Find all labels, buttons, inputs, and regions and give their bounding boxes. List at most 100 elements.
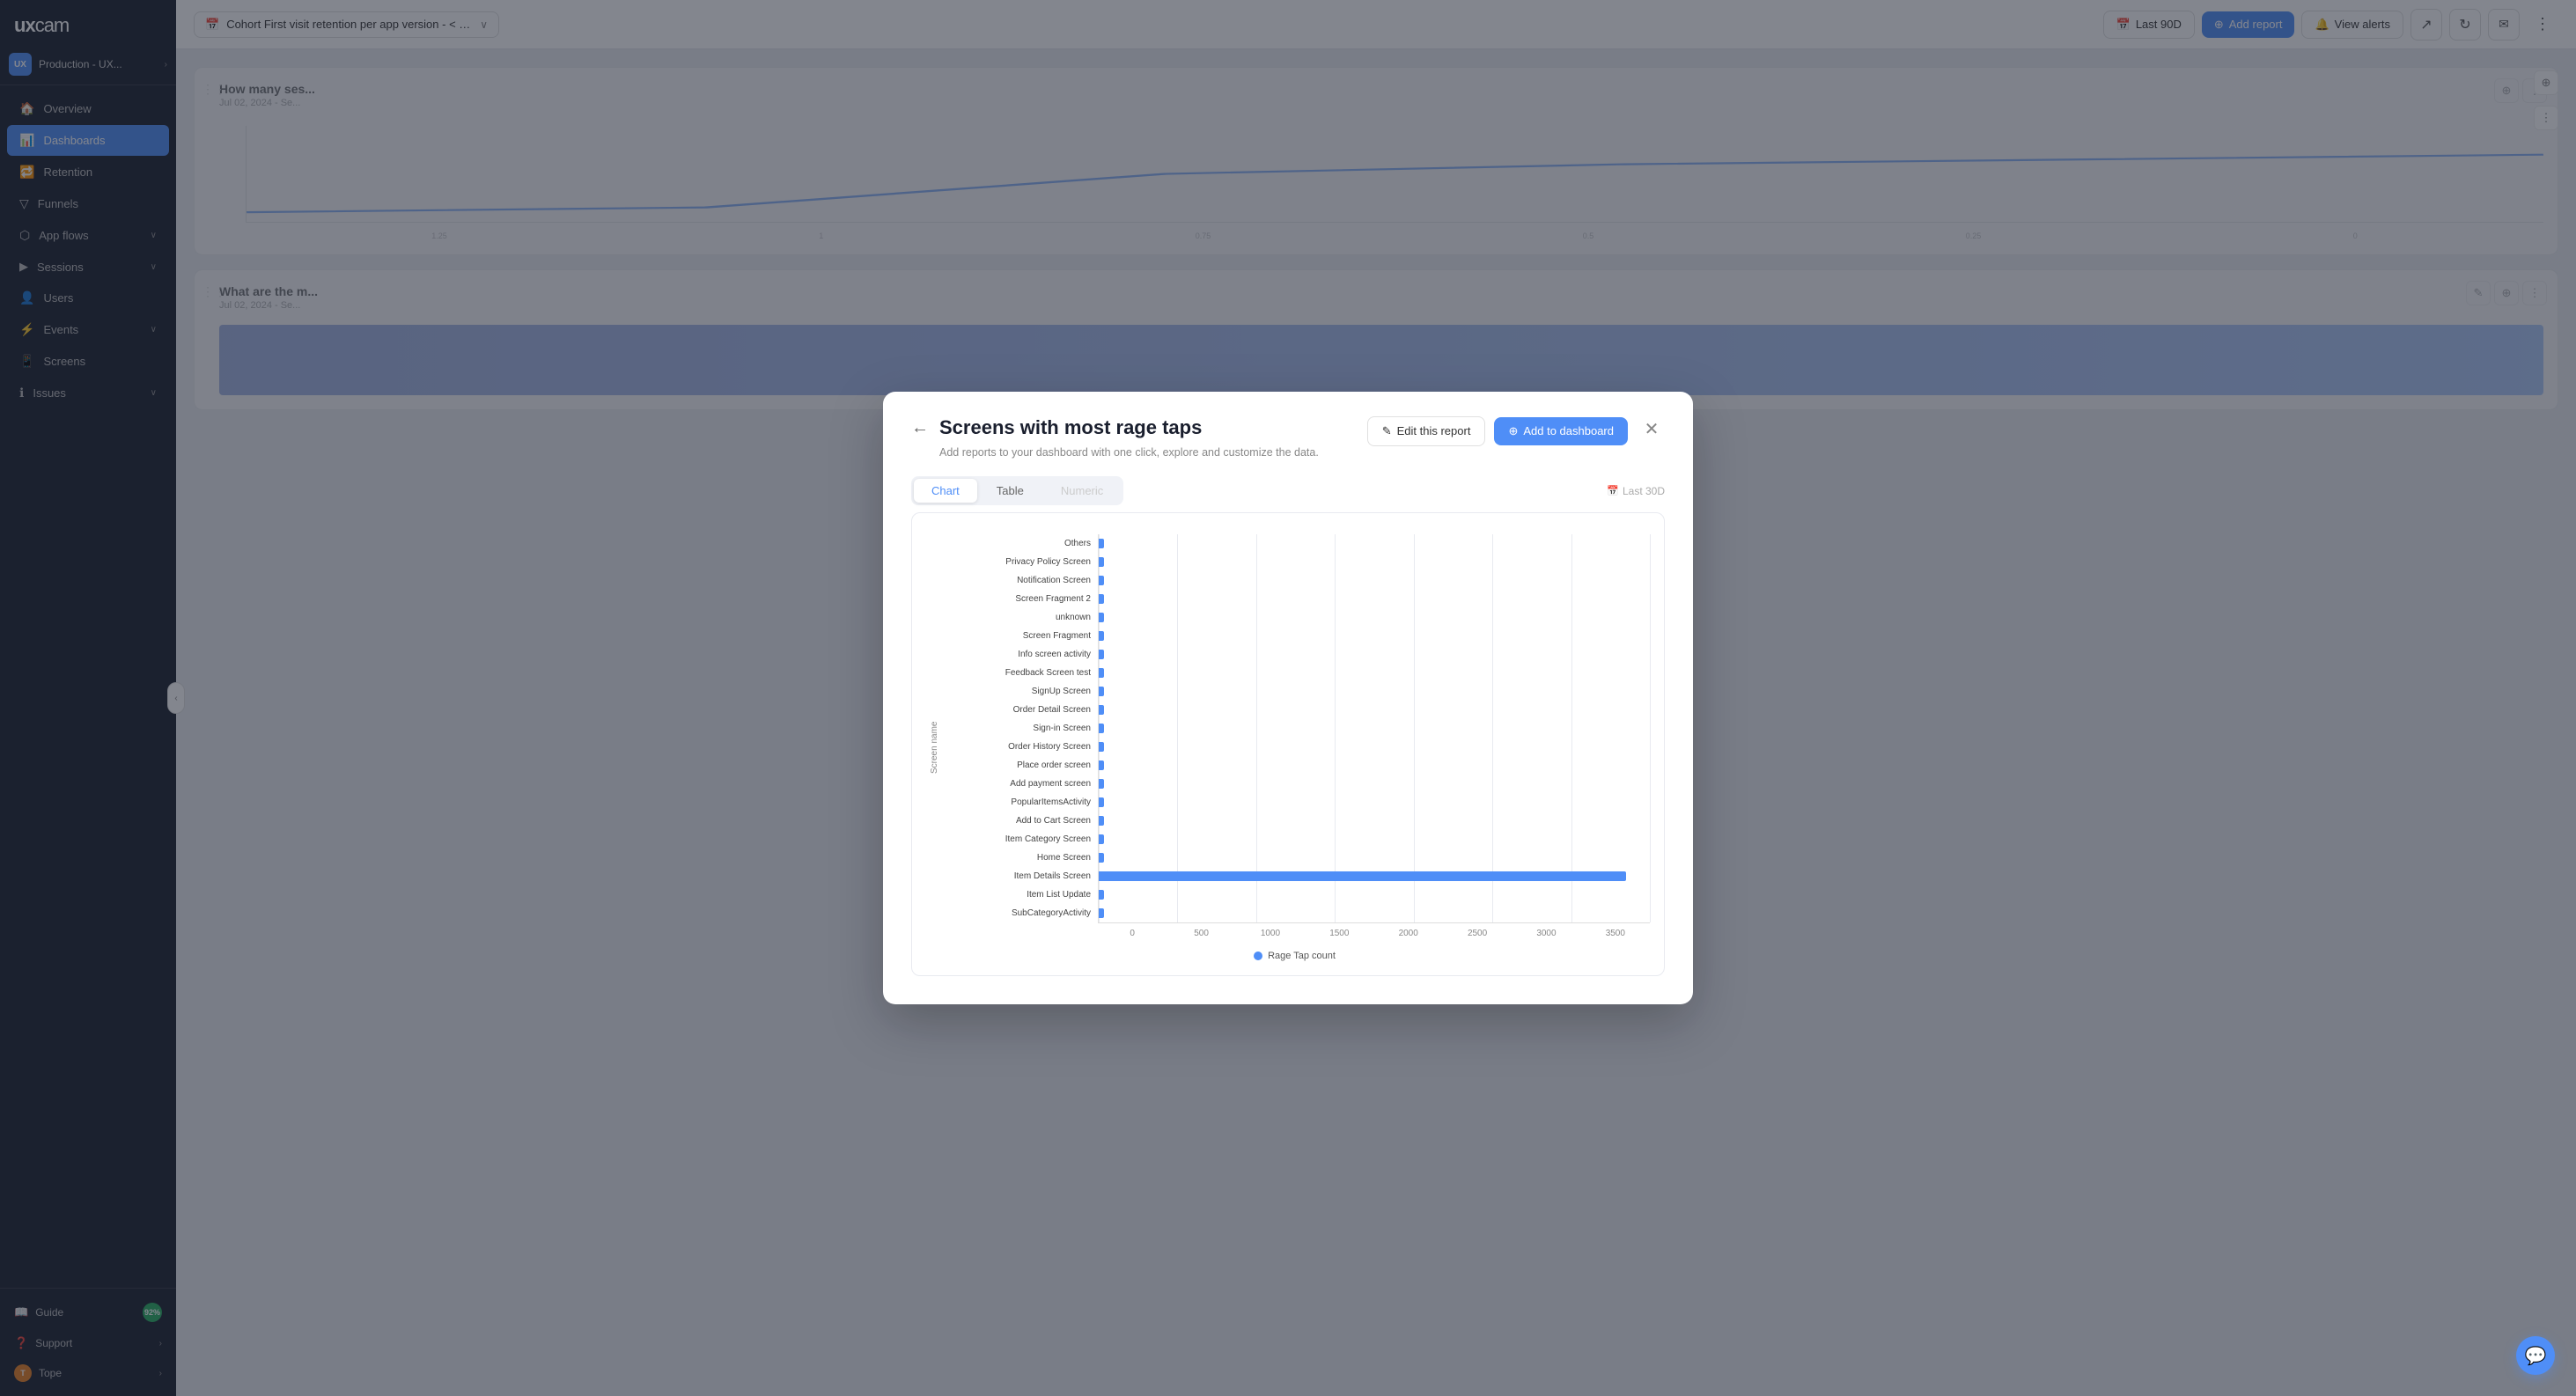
bar-label: Item List Update — [939, 890, 1098, 900]
bar-label: Home Screen — [939, 853, 1098, 863]
bar-label: Notification Screen — [939, 576, 1098, 585]
modal-title-block: Screens with most rage taps Add reports … — [939, 416, 1360, 461]
bar-label: Screen Fragment — [939, 631, 1098, 641]
bar-track — [1098, 590, 1650, 608]
bar-row: Add to Cart Screen — [939, 812, 1650, 830]
add-dashboard-label: Add to dashboard — [1523, 424, 1614, 437]
bar-track — [1098, 571, 1650, 590]
chat-bubble[interactable]: 💬 — [2516, 1336, 2555, 1375]
bar-label: Add to Cart Screen — [939, 816, 1098, 826]
bar-row: Item Details Screen — [939, 867, 1650, 885]
bar-label: Screen Fragment 2 — [939, 594, 1098, 604]
bar-label: Privacy Policy Screen — [939, 557, 1098, 567]
chart-controls: Chart Table Numeric 📅 Last 30D — [911, 476, 1665, 505]
bar-label: Item Details Screen — [939, 871, 1098, 881]
tab-chart[interactable]: Chart — [914, 479, 977, 503]
bar-track — [1098, 793, 1650, 812]
bar-track — [1098, 534, 1650, 553]
add-to-dashboard-button[interactable]: ⊕ Add to dashboard — [1494, 417, 1628, 445]
bar-fill — [1099, 871, 1626, 881]
tab-numeric: Numeric — [1043, 479, 1121, 503]
bar-label: Feedback Screen test — [939, 668, 1098, 678]
bar-label: SubCategoryActivity — [939, 908, 1098, 918]
x-tick: 1500 — [1305, 929, 1373, 938]
bar-row: unknown — [939, 608, 1650, 627]
x-tick: 0 — [1098, 929, 1167, 938]
bar-track — [1098, 664, 1650, 682]
x-tick: 2000 — [1374, 929, 1443, 938]
bar-track — [1098, 830, 1650, 849]
bar-label: Item Category Screen — [939, 834, 1098, 844]
bar-fill — [1099, 705, 1104, 715]
bar-track — [1098, 812, 1650, 830]
bar-row: Add payment screen — [939, 775, 1650, 793]
chart-tabs: Chart Table Numeric — [911, 476, 1123, 505]
bar-row: Notification Screen — [939, 571, 1650, 590]
bar-fill — [1099, 908, 1104, 918]
modal-overlay[interactable]: ← Screens with most rage taps Add report… — [0, 0, 2576, 1396]
chart-container: Screen name Others Privacy Policy Screen N… — [911, 512, 1665, 976]
bar-track — [1098, 849, 1650, 867]
bar-row: SubCategoryActivity — [939, 904, 1650, 922]
bar-row: Info screen activity — [939, 645, 1650, 664]
x-axis: 0500100015002000250030003500 — [1098, 922, 1650, 938]
bar-label: PopularItemsActivity — [939, 797, 1098, 807]
bar-track — [1098, 627, 1650, 645]
tab-table[interactable]: Table — [979, 479, 1041, 503]
bar-row: Order History Screen — [939, 738, 1650, 756]
bar-fill — [1099, 779, 1104, 789]
x-tick: 3500 — [1581, 929, 1650, 938]
bar-track — [1098, 608, 1650, 627]
modal: ← Screens with most rage taps Add report… — [883, 392, 1693, 1005]
legend-dot — [1254, 951, 1262, 960]
modal-title: Screens with most rage taps — [939, 416, 1360, 439]
bar-fill — [1099, 853, 1104, 863]
bar-fill — [1099, 724, 1104, 733]
bar-fill — [1099, 576, 1104, 585]
bar-fill — [1099, 557, 1104, 567]
bar-track — [1098, 904, 1650, 922]
chart-period: 📅 Last 30D — [1607, 485, 1665, 497]
x-tick: 2500 — [1443, 929, 1512, 938]
modal-back-button[interactable]: ← — [911, 418, 932, 438]
plus-circle-icon: ⊕ — [1508, 424, 1518, 438]
x-tick: 3000 — [1512, 929, 1580, 938]
bar-row: Privacy Policy Screen — [939, 553, 1650, 571]
edit-report-label: Edit this report — [1397, 424, 1471, 437]
bar-fill — [1099, 687, 1104, 696]
x-tick: 500 — [1167, 929, 1235, 938]
legend-label: Rage Tap count — [1268, 951, 1336, 961]
bar-fill — [1099, 760, 1104, 770]
bar-chart: Screen name Others Privacy Policy Screen N… — [926, 534, 1650, 961]
modal-header-actions: ✎ Edit this report ⊕ Add to dashboard — [1367, 416, 1628, 446]
bar-track — [1098, 756, 1650, 775]
bar-track — [1098, 682, 1650, 701]
modal-description: Add reports to your dashboard with one c… — [939, 445, 1360, 461]
bar-track — [1098, 701, 1650, 719]
edit-report-button[interactable]: ✎ Edit this report — [1367, 416, 1486, 446]
bar-rows: Others Privacy Policy Screen Notification … — [939, 534, 1650, 922]
bar-row: Sign-in Screen — [939, 719, 1650, 738]
calendar-small-icon: 📅 — [1607, 485, 1619, 496]
y-axis-label: Screen name — [926, 534, 939, 961]
bar-track — [1098, 885, 1650, 904]
bar-track — [1098, 645, 1650, 664]
bar-fill — [1099, 742, 1104, 752]
edit-icon: ✎ — [1382, 424, 1392, 438]
bar-row: Order Detail Screen — [939, 701, 1650, 719]
modal-close-button[interactable]: ✕ — [1638, 416, 1665, 443]
bar-row: Home Screen — [939, 849, 1650, 867]
bar-track — [1098, 553, 1650, 571]
bar-fill — [1099, 650, 1104, 659]
bar-fill — [1099, 539, 1104, 548]
bar-row: Place order screen — [939, 756, 1650, 775]
bar-row: Screen Fragment — [939, 627, 1650, 645]
modal-header: ← Screens with most rage taps Add report… — [911, 416, 1665, 461]
bar-row: SignUp Screen — [939, 682, 1650, 701]
bar-label: Add payment screen — [939, 779, 1098, 789]
bar-row: Screen Fragment 2 — [939, 590, 1650, 608]
bar-label: Others — [939, 539, 1098, 548]
bar-fill — [1099, 834, 1104, 844]
bar-fill — [1099, 613, 1104, 622]
bar-row: Item Category Screen — [939, 830, 1650, 849]
